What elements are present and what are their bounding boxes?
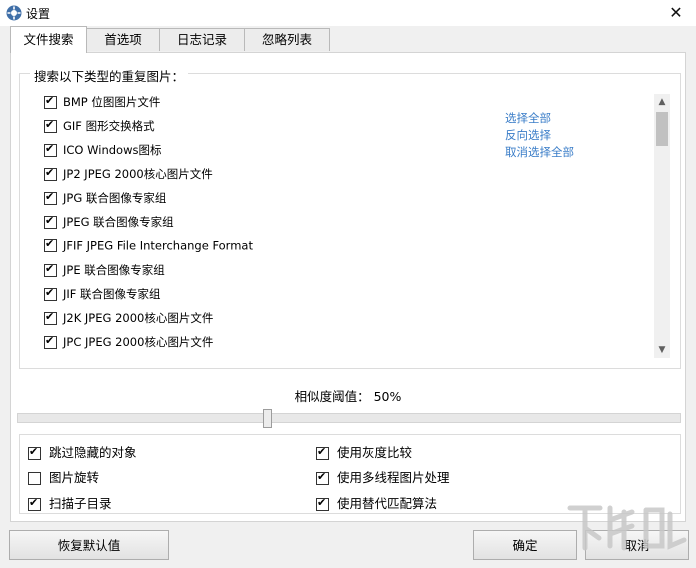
option-multithread[interactable]: 使用多线程图片处理 bbox=[316, 467, 450, 486]
deselect-all-link[interactable]: 取消选择全部 bbox=[505, 144, 574, 161]
similarity-slider-handle[interactable] bbox=[263, 409, 272, 428]
filetype-item-jpe[interactable]: JPE 联合图像专家组 bbox=[44, 262, 165, 282]
selection-links: 选择全部 反向选择 取消选择全部 bbox=[505, 110, 574, 161]
checkbox[interactable] bbox=[44, 94, 57, 109]
checkbox[interactable] bbox=[44, 310, 57, 325]
option-skip-hidden[interactable]: 跳过隐藏的对象 bbox=[28, 442, 137, 461]
checkbox[interactable] bbox=[44, 166, 57, 181]
checkbox[interactable] bbox=[44, 237, 57, 252]
checkbox[interactable] bbox=[44, 262, 57, 277]
scroll-down-icon[interactable]: ▼ bbox=[654, 342, 670, 358]
title-bar: 设置 ✕ bbox=[0, 0, 696, 26]
checkbox[interactable] bbox=[44, 334, 57, 349]
filetype-item-jpc[interactable]: JPC JPEG 2000核心图片文件 bbox=[44, 334, 213, 354]
checkbox[interactable] bbox=[44, 286, 57, 301]
invert-selection-link[interactable]: 反向选择 bbox=[505, 127, 574, 144]
window-title: 设置 bbox=[26, 7, 51, 21]
close-icon[interactable]: ✕ bbox=[656, 0, 696, 26]
checkbox[interactable] bbox=[316, 496, 329, 511]
checkbox[interactable] bbox=[44, 190, 57, 205]
checkbox[interactable] bbox=[44, 142, 57, 157]
checkbox[interactable] bbox=[28, 496, 41, 511]
option-grayscale[interactable]: 使用灰度比较 bbox=[316, 442, 412, 461]
options-group: 跳过隐藏的对象 使用灰度比较 图片旋转 使用多线程图片处理 扫描子目录 使用替代… bbox=[19, 434, 681, 514]
option-rotation[interactable]: 图片旋转 bbox=[28, 467, 99, 486]
checkbox[interactable] bbox=[316, 470, 329, 485]
checkbox[interactable] bbox=[44, 214, 57, 229]
checkbox[interactable] bbox=[316, 445, 329, 460]
filetype-item-ico[interactable]: ICO Windows图标 bbox=[44, 142, 161, 162]
checkbox[interactable] bbox=[44, 118, 57, 133]
option-scan-subdirs[interactable]: 扫描子目录 bbox=[28, 493, 112, 512]
filetype-item-jfif[interactable]: JFIF JPEG File Interchange Format bbox=[44, 237, 253, 258]
filetype-item-jp2[interactable]: JP2 JPEG 2000核心图片文件 bbox=[44, 166, 213, 186]
scroll-up-icon[interactable]: ▲ bbox=[654, 94, 670, 110]
filetype-item-j2k[interactable]: J2K JPEG 2000核心图片文件 bbox=[44, 310, 213, 330]
ok-button[interactable]: 确定 bbox=[473, 530, 577, 560]
filetype-group-label: 搜索以下类型的重复图片： bbox=[30, 66, 189, 85]
option-alt-algorithm[interactable]: 使用替代匹配算法 bbox=[316, 493, 437, 512]
cancel-button[interactable]: 取消 bbox=[585, 530, 689, 560]
restore-defaults-button[interactable]: 恢复默认值 bbox=[9, 530, 169, 560]
filetype-item-jpeg[interactable]: JPEG 联合图像专家组 bbox=[44, 214, 174, 234]
checkbox[interactable] bbox=[28, 445, 41, 460]
similarity-slider-track[interactable] bbox=[17, 413, 681, 423]
filetype-item-jpg[interactable]: JPG 联合图像专家组 bbox=[44, 190, 166, 210]
tab-file-search[interactable]: 文件搜索 bbox=[10, 26, 87, 53]
tab-logging[interactable]: 日志记录 bbox=[159, 28, 245, 51]
filetype-item-jif[interactable]: JIF 联合图像专家组 bbox=[44, 286, 161, 306]
app-gear-icon bbox=[6, 5, 22, 21]
tab-ignore-list[interactable]: 忽略列表 bbox=[244, 28, 330, 51]
filetype-item-bmp[interactable]: BMP 位图图片文件 bbox=[44, 94, 160, 114]
checkbox[interactable] bbox=[28, 472, 41, 485]
filetype-item-gif[interactable]: GIF 图形交换格式 bbox=[44, 118, 155, 138]
tab-preferences[interactable]: 首选项 bbox=[86, 28, 160, 51]
select-all-link[interactable]: 选择全部 bbox=[505, 110, 574, 127]
filetype-scrollbar[interactable]: ▲ ▼ bbox=[654, 94, 670, 358]
similarity-label: 相似度阈值： 50% bbox=[294, 389, 402, 404]
scroll-thumb[interactable] bbox=[656, 112, 668, 146]
